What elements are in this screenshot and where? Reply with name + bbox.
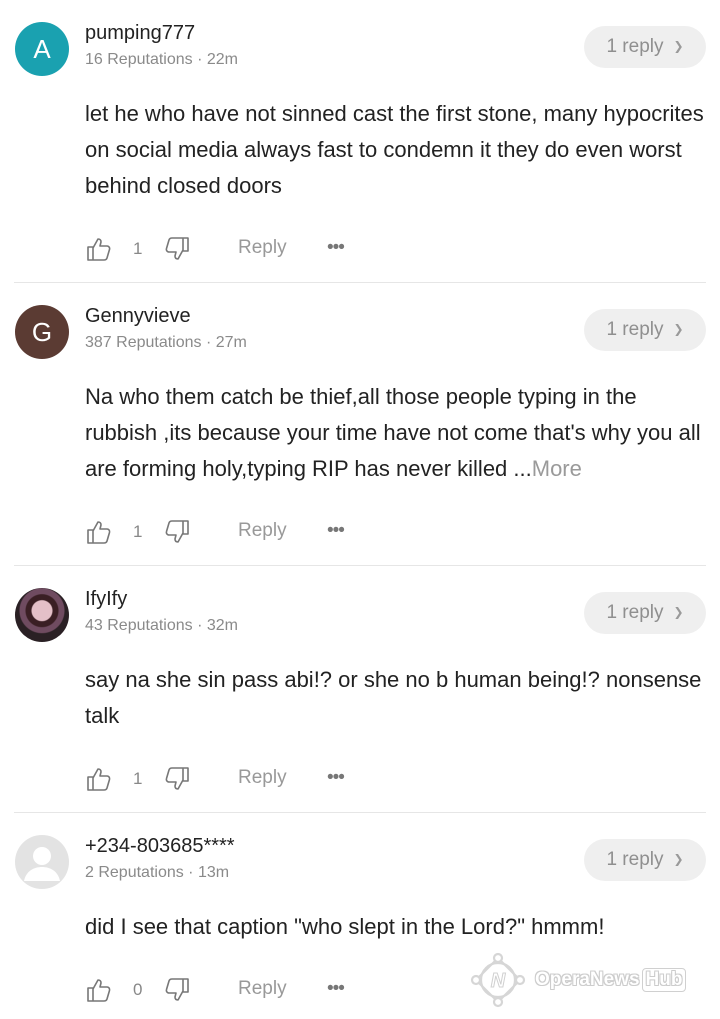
comment-text-content: Na who them catch be thief,all those peo… — [85, 384, 701, 481]
replies-count-label: 1 reply — [606, 602, 664, 623]
thumbs-up-icon[interactable] — [85, 518, 113, 546]
divider — [14, 282, 706, 283]
comment-meta: 43 Reputations · 32m — [85, 617, 238, 634]
reply-button[interactable]: Reply — [238, 767, 287, 789]
chevron-down-icon: ❯ — [673, 39, 684, 53]
watermark-brand: OperaNews — [535, 969, 640, 990]
opera-news-logo-icon: N — [470, 952, 526, 1008]
thumbs-up-icon[interactable] — [85, 765, 113, 793]
more-options-icon[interactable]: ••• — [327, 767, 345, 789]
svg-text:N: N — [491, 970, 506, 992]
thumbs-down-icon[interactable] — [163, 518, 191, 546]
comment-actions: 1 Reply ••• — [85, 518, 385, 548]
comment-text: let he who have not sinned cast the firs… — [85, 96, 705, 204]
chevron-down-icon: ❯ — [673, 852, 684, 866]
comment-meta: 2 Reputations · 13m — [85, 864, 230, 881]
thumbs-down-icon[interactable] — [163, 976, 191, 1004]
reply-button[interactable]: Reply — [238, 237, 287, 259]
comment-text-content: let he who have not sinned cast the firs… — [85, 101, 704, 198]
thumbs-up-icon[interactable] — [85, 235, 113, 263]
comment-text: say na she sin pass abi!? or she no b hu… — [85, 662, 705, 734]
thumbs-down-icon[interactable] — [163, 765, 191, 793]
default-user-icon — [24, 847, 60, 881]
comment-text: Na who them catch be thief,all those peo… — [85, 379, 705, 487]
avatar[interactable]: G — [15, 305, 69, 359]
view-replies-button[interactable]: 1 reply ❯ — [584, 309, 706, 351]
avatar[interactable]: A — [15, 22, 69, 76]
chevron-down-icon: ❯ — [673, 605, 684, 619]
comment-text-content: say na she sin pass abi!? or she no b hu… — [85, 667, 702, 728]
divider — [14, 812, 706, 813]
like-count: 1 — [133, 522, 143, 541]
avatar[interactable] — [15, 835, 69, 889]
avatar-letter: A — [33, 33, 51, 64]
like-count: 0 — [133, 980, 143, 999]
replies-count-label: 1 reply — [606, 36, 664, 57]
username[interactable]: pumping777 — [85, 22, 195, 45]
avatar-letter: G — [31, 316, 53, 347]
like-count: 1 — [133, 239, 143, 258]
username[interactable]: IfyIfy — [85, 588, 127, 611]
more-options-icon[interactable]: ••• — [327, 520, 345, 542]
replies-count-label: 1 reply — [606, 319, 664, 340]
thumbs-up-icon[interactable] — [85, 976, 113, 1004]
more-link[interactable]: More — [532, 456, 582, 481]
comment-actions: 1 Reply ••• — [85, 765, 385, 795]
more-options-icon[interactable]: ••• — [327, 237, 345, 259]
comment-actions: 0 Reply ••• — [85, 976, 385, 1006]
comment-text-content: did I see that caption "who slept in the… — [85, 914, 605, 939]
like-count: 1 — [133, 769, 143, 788]
thumbs-down-icon[interactable] — [163, 235, 191, 263]
comment-meta: 16 Reputations · 22m — [85, 51, 238, 68]
replies-count-label: 1 reply — [606, 849, 664, 870]
username[interactable]: +234-803685**** — [85, 835, 235, 858]
reply-button[interactable]: Reply — [238, 520, 287, 542]
view-replies-button[interactable]: 1 reply ❯ — [584, 26, 706, 68]
more-options-icon[interactable]: ••• — [327, 978, 345, 1000]
divider — [14, 565, 706, 566]
comment-actions: 1 Reply ••• — [85, 235, 385, 265]
view-replies-button[interactable]: 1 reply ❯ — [584, 839, 706, 881]
view-replies-button[interactable]: 1 reply ❯ — [584, 592, 706, 634]
comment-text: did I see that caption "who slept in the… — [85, 909, 705, 945]
username[interactable]: Gennyvieve — [85, 305, 191, 328]
reply-button[interactable]: Reply — [238, 978, 287, 1000]
watermark-text: OperaNews Hub — [535, 968, 687, 992]
comment-meta: 387 Reputations · 27m — [85, 334, 247, 351]
opera-news-hub-watermark: N OperaNews Hub — [467, 950, 712, 1010]
avatar[interactable] — [15, 588, 69, 642]
watermark-hub: Hub — [641, 968, 687, 992]
chevron-down-icon: ❯ — [673, 322, 684, 336]
